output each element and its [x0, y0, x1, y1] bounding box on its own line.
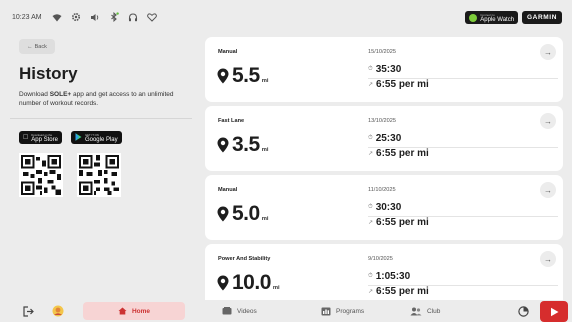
- apple-watch-icon: [469, 13, 478, 22]
- arrow-right-icon: →: [544, 185, 552, 195]
- page-title: History: [19, 64, 78, 83]
- back-button[interactable]: ← Back: [19, 39, 55, 54]
- workout-duration: 1:05:30: [375, 271, 411, 282]
- timer-icon: ⏱: [368, 204, 373, 210]
- pace-icon: ↗: [368, 289, 374, 295]
- workout-name: Fast Lane: [218, 118, 245, 124]
- workout-pace: 6:55 per mi: [376, 148, 429, 159]
- pace-icon: ↗: [368, 82, 374, 88]
- arrow-right-icon: →: [544, 254, 552, 264]
- history-panel: ← Back History Download SOLE+ app and ge…: [10, 34, 195, 197]
- app-store-button[interactable]:  Download on the App Store: [19, 131, 62, 144]
- nav-programs[interactable]: Programs: [321, 304, 364, 318]
- open-workout-button[interactable]: →: [540, 113, 556, 129]
- distance-unit: mi: [261, 78, 269, 84]
- location-pin-icon: [217, 137, 229, 153]
- history-description: Download SOLE+ app and get access to an …: [19, 90, 189, 108]
- distance-unit: mi: [261, 147, 269, 153]
- clock: 10:23 AM: [12, 13, 42, 21]
- distance-value: 10.0: [232, 271, 271, 294]
- apple-icon: : [23, 134, 28, 141]
- workout-duration: 30:30: [375, 202, 402, 213]
- distance-value: 5.5: [232, 64, 260, 87]
- nav-home-label: Home: [131, 307, 151, 315]
- workout-name: Manual: [218, 187, 238, 193]
- settings-icon[interactable]: [71, 12, 81, 22]
- pace-icon: ↗: [368, 220, 374, 226]
- google-play-label: Google Play: [79, 136, 118, 143]
- workout-pace: 6:55 per mi: [376, 217, 429, 228]
- open-workout-button[interactable]: →: [540, 44, 556, 60]
- nav-club-label: Club: [427, 307, 441, 315]
- workout-name: Manual: [218, 49, 238, 55]
- workout-name: Power And Stability: [218, 256, 271, 262]
- location-pin-icon: [217, 275, 229, 291]
- workout-date: 13/10/2025: [368, 118, 396, 124]
- club-icon: [410, 307, 422, 315]
- apple-watch-button[interactable]: Connect to Apple Watch: [465, 11, 519, 24]
- google-play-qr-code: [77, 153, 121, 197]
- wifi-icon[interactable]: [52, 12, 62, 22]
- open-workout-button[interactable]: →: [540, 182, 556, 198]
- desc-app-name: SOLE+: [49, 91, 72, 98]
- profile-avatar[interactable]: [51, 304, 65, 318]
- app-store-qr-code: [19, 153, 63, 197]
- timer-icon: ⏱: [368, 273, 373, 279]
- activity-icon[interactable]: [516, 304, 530, 318]
- programs-icon: [321, 307, 331, 315]
- distance-unit: mi: [272, 285, 280, 291]
- nav-club[interactable]: Club: [410, 304, 440, 318]
- videos-icon: [222, 307, 232, 315]
- workout-date: 9/10/2025: [368, 256, 393, 262]
- app-store-label: App Store: [26, 136, 58, 143]
- workout-card[interactable]: Manual 5.5 mi 15/10/2025 ⏱ 35:30 ↗ 6:55 pe…: [205, 37, 563, 102]
- bottom-nav: Home Videos Programs Club: [0, 300, 572, 322]
- workout-duration: 25:30: [375, 133, 402, 144]
- start-workout-button[interactable]: [540, 301, 568, 322]
- workout-card[interactable]: Manual 5.0 mi 11/10/2025 ⏱ 30:30 ↗ 6:55 pe…: [205, 175, 563, 240]
- nav-videos[interactable]: Videos: [222, 304, 257, 318]
- workout-date: 15/10/2025: [368, 49, 396, 55]
- status-bar: 10:23 AM Connect to Apple Watch GARMIN: [0, 0, 572, 34]
- nav-home[interactable]: Home: [83, 302, 185, 320]
- timer-icon: ⏱: [368, 66, 373, 72]
- volume-icon[interactable]: [90, 12, 100, 22]
- pace-icon: ↗: [368, 151, 374, 157]
- workout-card[interactable]: Fast Lane 3.5 mi 13/10/2025 ⏱ 25:30 ↗ 6:55…: [205, 106, 563, 171]
- back-arrow-icon: ←: [27, 43, 33, 50]
- google-play-button[interactable]: GET IT ON Google Play: [70, 131, 122, 144]
- bluetooth-icon[interactable]: [109, 12, 119, 22]
- distance-value: 5.0: [232, 202, 260, 225]
- workout-pace: 6:55 per mi: [376, 286, 429, 297]
- arrow-right-icon: →: [544, 47, 552, 57]
- open-workout-button[interactable]: →: [540, 251, 556, 267]
- nav-programs-label: Programs: [336, 307, 365, 315]
- distance-value: 3.5: [232, 133, 260, 156]
- garmin-button[interactable]: GARMIN: [522, 11, 562, 24]
- workout-date: 11/10/2025: [368, 187, 396, 193]
- google-play-icon: [75, 132, 82, 143]
- nav-videos-label: Videos: [237, 307, 257, 315]
- arrow-right-icon: →: [544, 116, 552, 126]
- headphones-icon[interactable]: [128, 12, 138, 22]
- workout-pace: 6:55 per mi: [376, 79, 429, 90]
- divider: [10, 118, 192, 119]
- exit-icon[interactable]: [21, 304, 35, 318]
- back-label: Back: [34, 43, 47, 50]
- distance-unit: mi: [261, 216, 269, 222]
- desc-prefix: Download: [19, 91, 50, 98]
- location-pin-icon: [217, 68, 229, 84]
- heart-rate-icon[interactable]: [146, 12, 157, 22]
- play-icon: [550, 307, 558, 316]
- timer-icon: ⏱: [368, 135, 373, 141]
- workout-duration: 35:30: [375, 64, 402, 75]
- home-icon: [118, 307, 127, 315]
- apple-watch-label: Apple Watch: [480, 16, 515, 23]
- location-pin-icon: [217, 206, 229, 222]
